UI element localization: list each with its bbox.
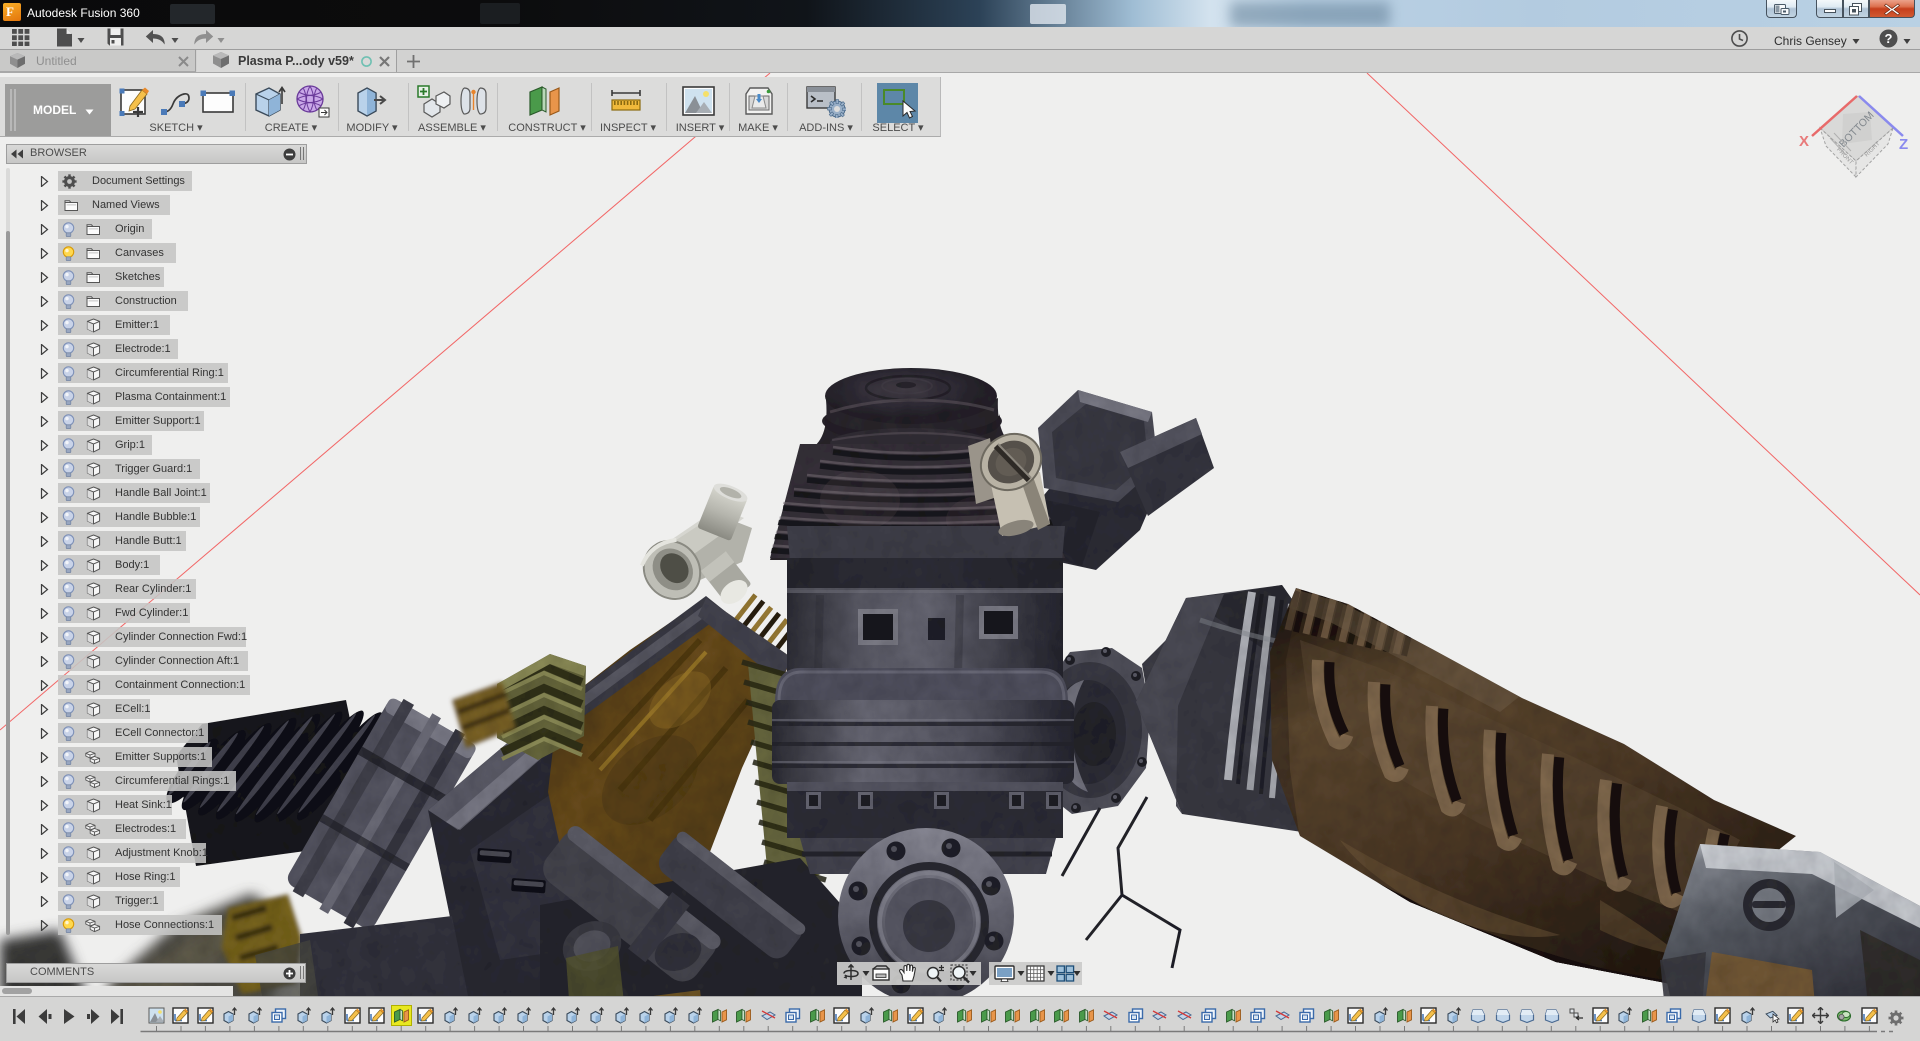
svg-text:X: X (1799, 133, 1809, 150)
svg-text:Z: Z (1899, 136, 1908, 153)
svg-text:?: ? (1885, 31, 1893, 46)
